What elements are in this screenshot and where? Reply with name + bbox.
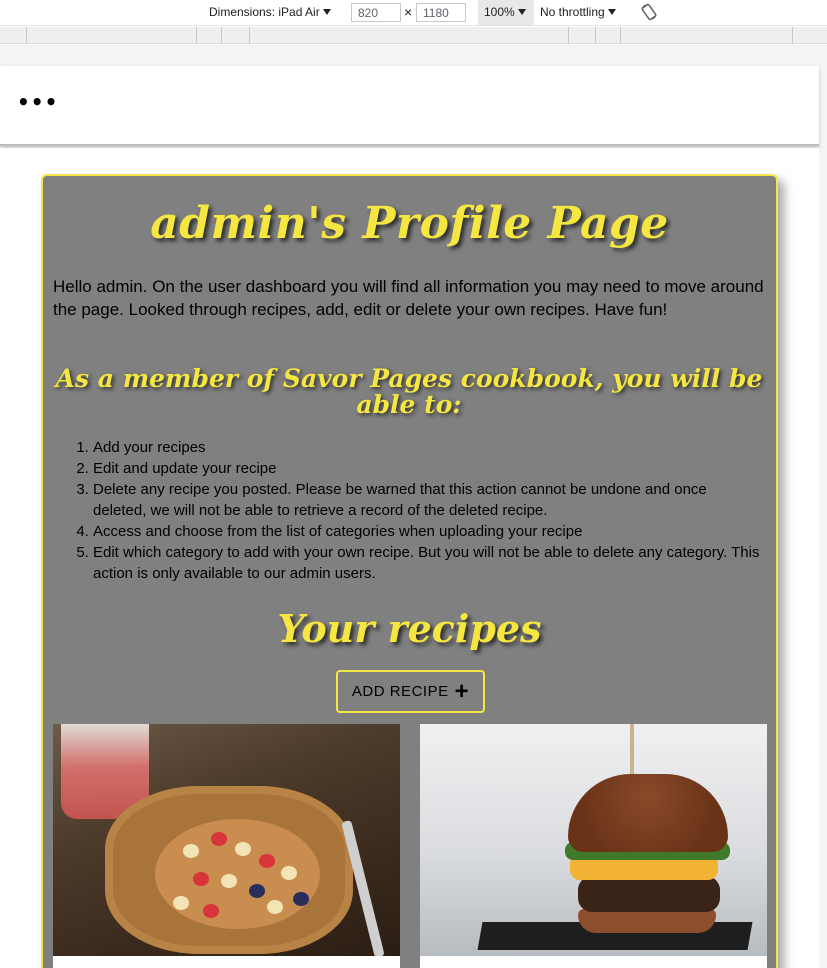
page-title: admin's Profile Page: [150, 198, 669, 249]
banana-slice: [281, 866, 297, 880]
devtools-device-toolbar: Dimensions: iPad Air 820 × 1180 100% No …: [0, 0, 827, 26]
more-menu-icon[interactable]: •••: [17, 90, 58, 114]
bun-top-shape: [568, 774, 728, 852]
zoom-label: 100%: [484, 5, 515, 19]
site-header: •••: [0, 66, 819, 146]
banana-slice: [267, 900, 283, 914]
list-item: Access and choose from the list of categ…: [93, 521, 763, 542]
banana-slice: [221, 874, 237, 888]
throttling-label: No throttling: [540, 5, 605, 19]
recipe-image-burger[interactable]: [420, 724, 767, 956]
blueberry: [293, 892, 309, 906]
recipe-card[interactable]: [53, 724, 400, 968]
permissions-list: Add your recipes Edit and update your re…: [93, 437, 763, 584]
viewport-height-input[interactable]: 1180: [416, 3, 466, 22]
plus-icon: +: [454, 677, 470, 705]
add-recipe-button[interactable]: ADD RECIPE +: [336, 670, 485, 713]
recipe-image-pancakes[interactable]: [53, 724, 400, 956]
strawberry: [203, 904, 219, 918]
caret-down-icon: [322, 9, 331, 15]
intro-text: Hello admin. On the user dashboard you w…: [53, 277, 764, 319]
banana-slice: [173, 896, 189, 910]
strawberry: [211, 832, 227, 846]
strawberry: [193, 872, 209, 886]
banana-slice: [183, 844, 199, 858]
your-recipes-heading: Your recipes: [277, 606, 542, 651]
banana-slice: [235, 842, 251, 856]
caret-down-icon: [517, 9, 526, 15]
media-query-ruler: [0, 27, 827, 44]
device-dimensions-label: Dimensions: iPad Air: [209, 5, 320, 19]
list-item: Add your recipes: [93, 437, 763, 458]
list-item: Delete any recipe you posted. Please be …: [93, 479, 763, 521]
bun-bottom-shape: [578, 909, 716, 933]
profile-card: admin's Profile Page Hello admin. On the…: [41, 174, 778, 968]
patty-shape: [578, 876, 720, 912]
strawberry: [259, 854, 275, 868]
times-symbol: ×: [404, 4, 413, 20]
list-item: Edit which category to add with your own…: [93, 542, 763, 584]
add-recipe-label: ADD RECIPE: [351, 683, 449, 700]
zoom-dropdown[interactable]: 100%: [478, 0, 534, 25]
throttling-dropdown[interactable]: No throttling: [540, 5, 616, 19]
caret-down-icon: [607, 9, 616, 15]
viewport-width-input[interactable]: 820: [351, 3, 401, 22]
rotate-icon[interactable]: [640, 3, 658, 24]
blueberry: [249, 884, 265, 898]
recipe-card[interactable]: [420, 724, 767, 968]
member-abilities-heading: As a member of Savor Pages cookbook, you…: [55, 364, 763, 419]
device-dimensions-dropdown[interactable]: Dimensions: iPad Air: [209, 5, 331, 19]
list-item: Edit and update your recipe: [93, 458, 763, 479]
